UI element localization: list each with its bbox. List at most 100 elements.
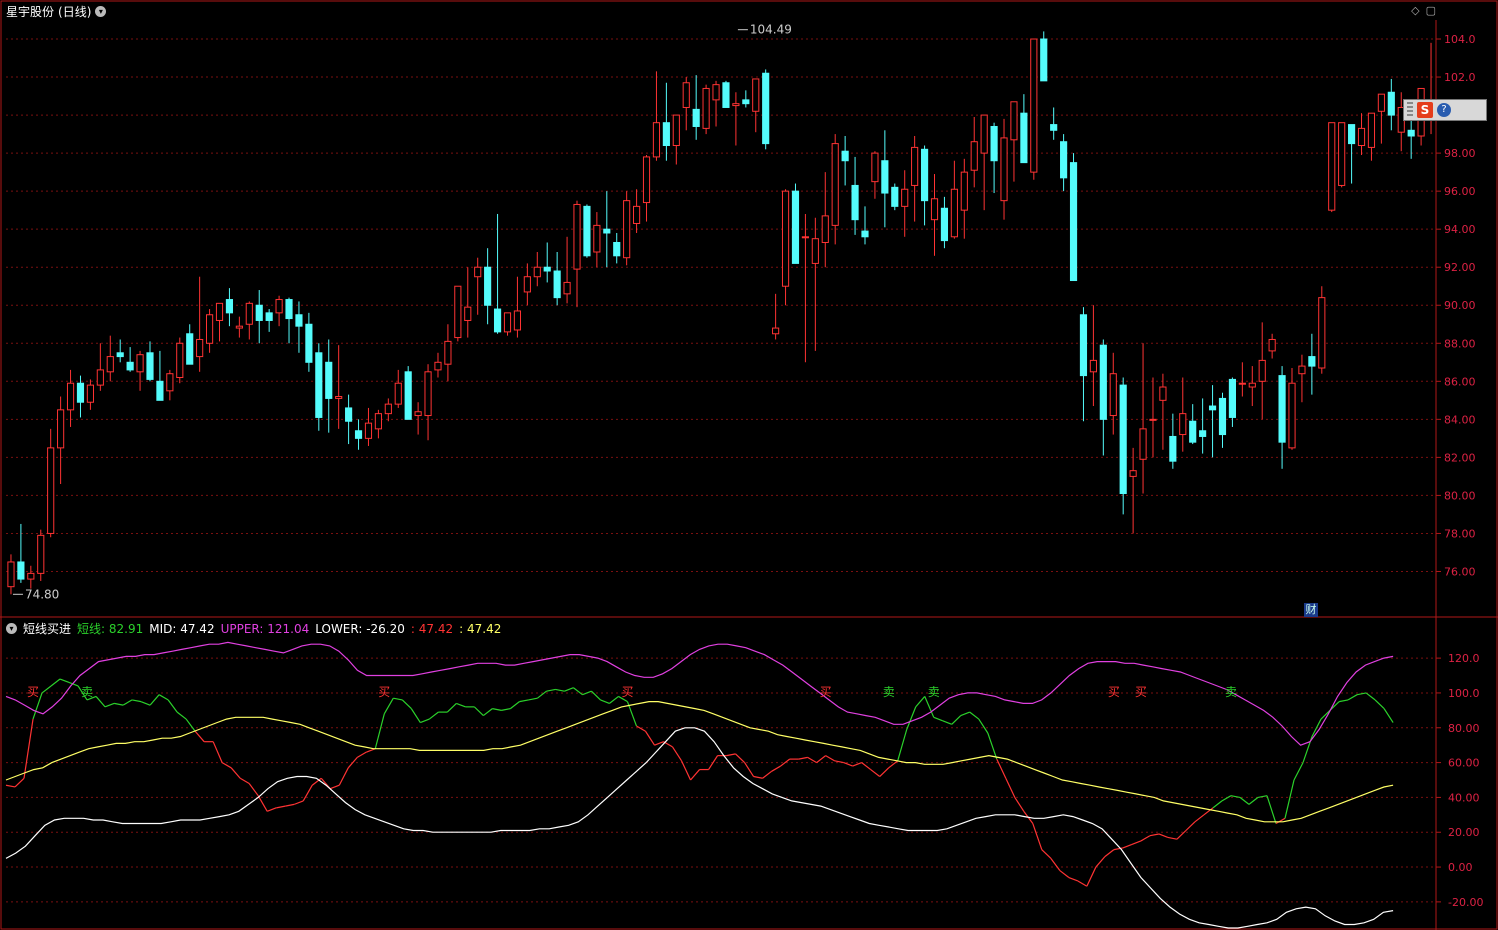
floating-toolbar[interactable]: S ? <box>1403 99 1487 121</box>
candle-body <box>503 312 512 333</box>
candle-body <box>176 342 184 379</box>
indicator-bar: ▾ 短线买进 短线: 82.91 MID: 47.42 UPPER: 121.04 L… <box>6 620 501 637</box>
short-line-segment <box>194 730 205 743</box>
signal-marker: 买 <box>621 685 633 699</box>
candle-body <box>1308 356 1316 367</box>
indicator-dropdown-icon[interactable]: ▾ <box>6 623 17 634</box>
short-line-segment <box>564 687 574 692</box>
short-line-segment <box>1167 836 1178 840</box>
candle-body <box>901 188 909 207</box>
candle-body <box>1030 38 1038 173</box>
short-line-segment <box>798 756 808 760</box>
short-line-segment <box>302 784 313 802</box>
candle-body <box>1278 375 1286 443</box>
short-line-segment <box>546 688 556 692</box>
short-line-segment <box>1005 778 1016 798</box>
indicator-tick-label: 0.00 <box>1448 861 1473 874</box>
candle-body <box>1328 122 1336 211</box>
candle-body <box>891 186 899 207</box>
stock-chart-canvas[interactable]: 104.0 102.0 100.0 98.00 96.00 94.00 92.00 90.00… <box>0 0 1498 930</box>
short-line-segment <box>771 765 781 772</box>
price-tick-label: 102.0 <box>1444 71 1476 84</box>
candle-body <box>255 304 263 321</box>
short-line-segment <box>1284 779 1295 819</box>
candle-body <box>1149 418 1157 421</box>
price-tick-label: 78.00 <box>1444 527 1476 540</box>
finance-badge[interactable]: 财 <box>1304 603 1318 617</box>
price-tick-label: 94.00 <box>1444 223 1476 236</box>
candle-body <box>623 200 631 259</box>
period-dropdown-icon[interactable]: ▾ <box>95 6 107 17</box>
chart-title-bar: 星宇股份 (日线) ▾ <box>6 3 107 20</box>
signal-marker: 卖 <box>883 685 895 699</box>
candle-body <box>1238 382 1246 385</box>
candle-body <box>1348 124 1356 145</box>
candle-body <box>1139 428 1147 460</box>
candle-body <box>1079 314 1088 377</box>
candle-body <box>454 285 462 339</box>
candle-body <box>76 382 85 403</box>
short-line-segment <box>374 713 385 749</box>
candle-body <box>1050 124 1058 131</box>
price-tick-label: 80.00 <box>1444 489 1476 502</box>
short-line-segment <box>744 762 755 777</box>
candle-body <box>881 160 889 194</box>
diamond-icon[interactable]: ◇ <box>1411 4 1419 17</box>
candle-body <box>1010 101 1018 141</box>
candle-body <box>1179 413 1187 436</box>
candle-body <box>702 87 710 129</box>
short-line-segment <box>131 699 142 703</box>
short-line-segment <box>915 696 926 708</box>
signal-marker: 卖 <box>928 685 940 699</box>
short-line-segment <box>330 784 340 790</box>
short-line-segment <box>420 718 430 724</box>
price-annotation-label: 74.80 <box>25 587 59 601</box>
candle-body <box>424 371 432 417</box>
short-line-segment <box>1158 833 1169 839</box>
candle-body <box>1318 297 1326 369</box>
help-icon[interactable]: ? <box>1437 103 1451 117</box>
short-line-segment <box>951 715 962 725</box>
candle-body <box>970 141 978 171</box>
chart-period: (日线) <box>58 5 92 19</box>
window-icon[interactable]: ▢ <box>1426 4 1436 17</box>
short-line-segment <box>1248 796 1259 805</box>
candle-body <box>712 84 720 101</box>
candle-body <box>374 413 382 430</box>
candle-body <box>1159 386 1167 401</box>
short-line-segment <box>807 756 817 764</box>
short-line-segment <box>212 741 223 763</box>
s-logo-icon[interactable]: S <box>1417 102 1433 118</box>
candle-body <box>47 447 55 534</box>
candle-body <box>305 323 313 363</box>
short-line-segment <box>1014 797 1025 812</box>
short-line-segment <box>969 711 980 720</box>
indicator-name[interactable]: 短线买进 <box>23 620 71 637</box>
candle-body <box>861 230 869 238</box>
indicator-value-3: LOWER: -26.20 <box>315 621 405 636</box>
candle-body <box>940 207 949 242</box>
candle-body <box>801 236 809 239</box>
short-line-segment <box>1257 795 1268 799</box>
short-line-segment <box>95 696 106 708</box>
short-line-segment <box>1383 708 1394 723</box>
short-line-segment <box>1041 849 1052 859</box>
short-line-segment <box>14 777 25 788</box>
candle-body <box>593 224 601 253</box>
candle-body <box>1357 127 1366 147</box>
candle-body <box>1387 91 1395 116</box>
indicator-tick-label: 80.00 <box>1448 722 1480 735</box>
short-line-segment <box>1374 699 1385 710</box>
toolbar-grip-icon[interactable] <box>1407 102 1413 118</box>
short-line-segment <box>266 807 277 812</box>
short-line-segment <box>591 690 601 701</box>
candle-body <box>186 333 194 365</box>
short-line-segment <box>690 769 701 781</box>
price-tick-label: 82.00 <box>1444 451 1476 464</box>
short-line-segment <box>347 756 358 769</box>
short-line-segment <box>960 711 970 717</box>
candle-body <box>325 361 333 399</box>
short-line-segment <box>383 697 394 715</box>
candle-body <box>57 409 65 449</box>
short-line-segment <box>492 708 502 711</box>
